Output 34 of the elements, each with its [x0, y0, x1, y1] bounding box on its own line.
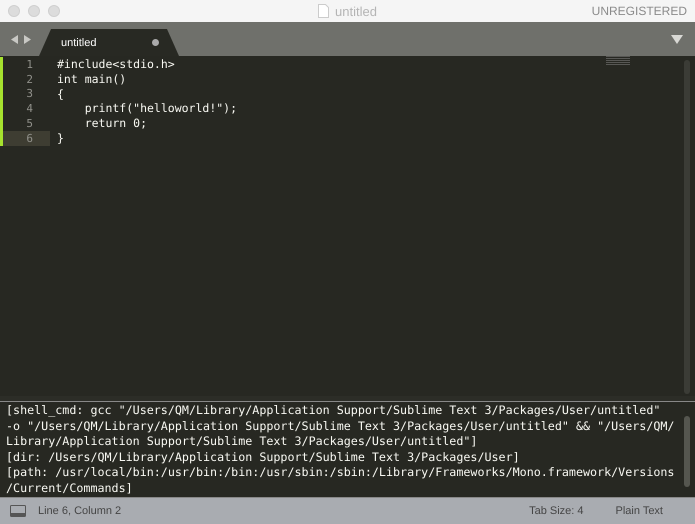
output-line: [shell_cmd: gcc "/Users/QM/Library/Application Support/Sublime Text 3/Packages/User/untitled" — [6, 403, 660, 417]
output-line: -o "/Users/QM/Library/Application Support/Sublime Text 3/Packages/User/untitled" && "/Users/QM/ — [6, 418, 674, 432]
syntax-label[interactable]: Plain Text — [616, 505, 663, 517]
line-number: 4 — [25, 102, 33, 116]
editor-tab[interactable]: untitled — [39, 29, 179, 56]
minimap — [606, 56, 630, 65]
window-title: untitled — [335, 4, 377, 18]
code-line: int main() — [57, 72, 126, 86]
code-line: return 0; — [84, 116, 148, 130]
code-line: } — [57, 130, 64, 145]
output-line: /Current/Commands] — [6, 480, 133, 494]
cursor-position: Line 6, Column 2 — [38, 505, 122, 517]
line-number: 5 — [25, 117, 33, 130]
scrollbar[interactable] — [684, 416, 690, 487]
output-line: [path: /usr/local/bin:/usr/bin:/bin:/usr/sbin:/sbin:/Library/Frameworks/Mono.framework/Versions — [6, 465, 674, 479]
document-icon — [318, 4, 330, 18]
dropdown-icon[interactable] — [671, 34, 683, 44]
line-number: 3 — [25, 87, 33, 100]
panel-toggle-icon[interactable] — [10, 505, 26, 517]
code-line: { — [57, 86, 64, 101]
line-number: 6 — [25, 132, 33, 145]
forward-icon[interactable] — [24, 34, 31, 44]
minimize-button[interactable] — [28, 5, 40, 17]
back-icon[interactable] — [11, 34, 18, 44]
zoom-button[interactable] — [48, 5, 60, 17]
close-button[interactable] — [8, 5, 20, 17]
code-line: #include<stdio.h> — [57, 57, 175, 71]
line-number: 2 — [25, 72, 33, 86]
code-line: printf("helloworld!"); — [84, 101, 238, 116]
output-line: [dir: /Users/QM/Library/Application Support/Sublime Text 3/Packages/User] — [6, 450, 520, 464]
unregistered-label: UNREGISTERED — [592, 4, 687, 18]
line-number: 1 — [25, 58, 33, 71]
tab-size-label[interactable]: Tab Size: 4 — [529, 505, 584, 517]
output-line: Library/Application Support/Sublime Text 3/Packages/User/untitled"] — [6, 434, 478, 448]
